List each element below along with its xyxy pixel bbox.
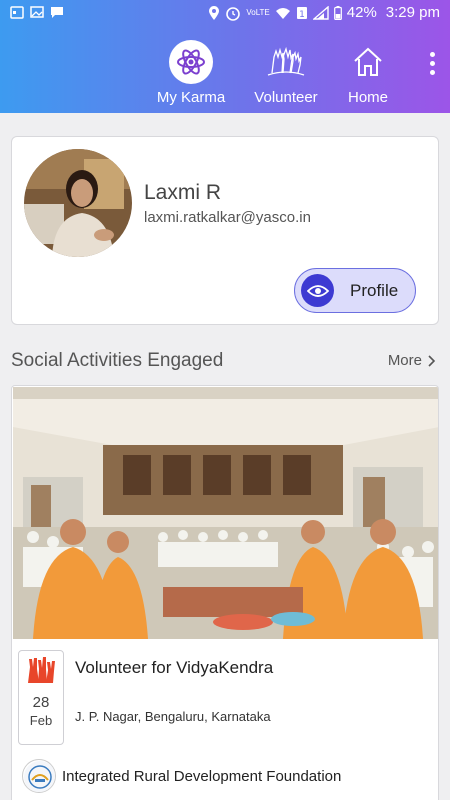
- clock: 3:29 pm: [385, 4, 440, 21]
- profile-card: Laxmi R laxmi.ratkalkar@yasco.in Profile: [11, 136, 439, 325]
- more-link[interactable]: More: [388, 352, 436, 369]
- avatar-photo: [24, 149, 132, 257]
- sim-icon: 1: [296, 6, 307, 20]
- battery-icon: [333, 5, 342, 20]
- section-title: Social Activities Engaged: [11, 350, 224, 371]
- more-label: More: [387, 352, 422, 369]
- nav-volunteer[interactable]: Volunteer: [241, 40, 331, 106]
- nav-label: My Karma: [156, 89, 226, 106]
- alarm-icon: [226, 6, 241, 21]
- nav-home[interactable]: Home: [323, 40, 413, 106]
- svg-text:1: 1: [299, 10, 305, 20]
- activity-day: 28: [32, 694, 50, 711]
- image-notification-icon: [30, 6, 44, 18]
- app-header: VoLTE 1 42% 3:29 pm My Karma Volunteer H…: [0, 0, 450, 113]
- eye-icon: [301, 274, 334, 307]
- nav-label: Home: [347, 89, 388, 106]
- profile-button-label: Profile: [350, 280, 399, 300]
- signal-icon: [312, 5, 329, 20]
- volunteer-hands-icon: [267, 46, 305, 76]
- chevron-right-icon: [428, 354, 436, 367]
- activity-month: Feb: [29, 713, 53, 728]
- message-notification-icon: [51, 7, 63, 18]
- activity-card[interactable]: 28 Feb Volunteer for VidyaKendra J. P. N…: [11, 385, 439, 800]
- atom-icon: [177, 49, 205, 75]
- wifi-icon: [275, 7, 290, 19]
- activity-date: 28 Feb: [18, 650, 64, 745]
- volte-label: VoLTE: [246, 8, 270, 17]
- activity-title: Volunteer for VidyaKendra: [75, 658, 274, 677]
- organization-name: Integrated Rural Development Foundation: [62, 768, 342, 785]
- volunteer-hands-icon: [28, 657, 55, 683]
- battery-level: 42%: [346, 4, 377, 21]
- activity-photo: [13, 387, 438, 639]
- nav-label: Volunteer: [254, 89, 318, 106]
- status-bar: VoLTE 1 42% 3:29 pm: [0, 0, 450, 28]
- nav-my-karma[interactable]: My Karma: [146, 40, 236, 106]
- organization-logo-icon: [22, 759, 56, 793]
- calendar-notification-icon: [10, 6, 24, 19]
- home-icon: [354, 47, 382, 76]
- user-name: Laxmi R: [144, 181, 222, 204]
- top-navigation: My Karma Volunteer Home: [0, 40, 450, 110]
- activity-location: J. P. Nagar, Bengaluru, Karnataka: [75, 709, 271, 724]
- location-icon: [209, 5, 220, 20]
- user-email: laxmi.ratkalkar@yasco.in: [144, 209, 311, 226]
- overflow-menu-icon[interactable]: [430, 52, 436, 79]
- avatar[interactable]: [24, 149, 132, 257]
- profile-button[interactable]: Profile: [294, 268, 416, 313]
